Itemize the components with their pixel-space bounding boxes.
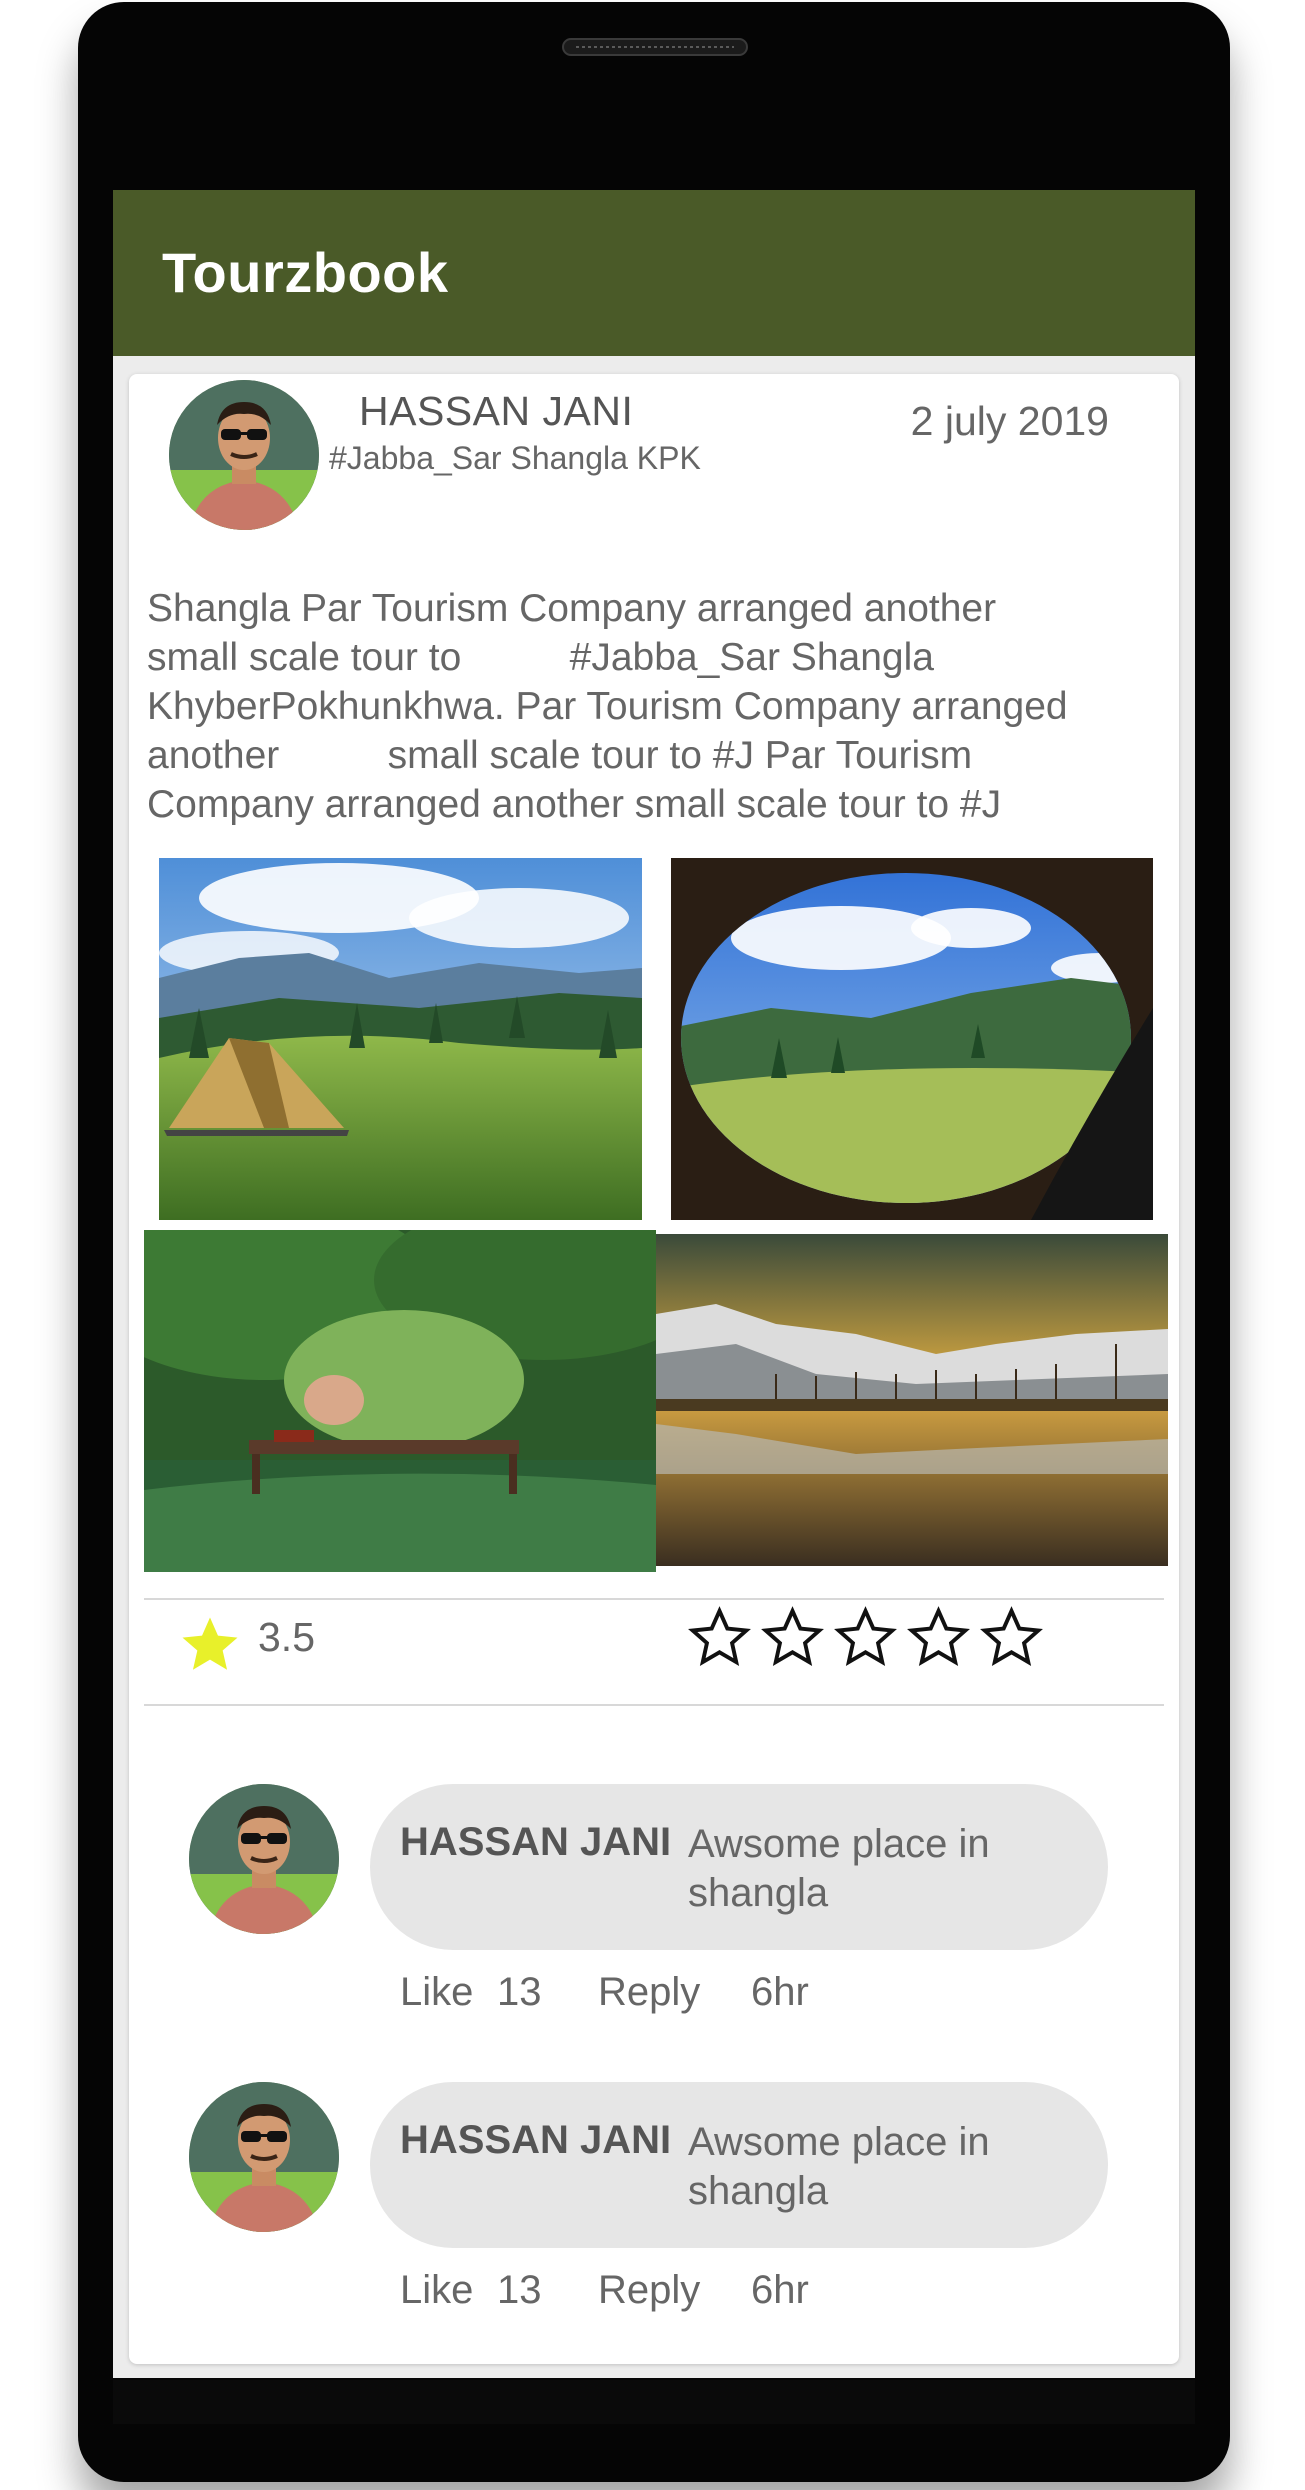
post-location[interactable]: #Jabba_Sar Shangla KPK [329, 440, 701, 477]
comment-time: 6hr [751, 2268, 809, 2312]
rating-stars [686, 1604, 1086, 1676]
comment-bubble: HASSAN JANI Awsome place in shangla [370, 2082, 1108, 2248]
like-button[interactable]: Like [400, 1970, 473, 2015]
star-outline-icon[interactable] [905, 1604, 972, 1671]
tent-meadow-photo[interactable] [159, 858, 642, 1220]
speaker-grille [562, 38, 748, 56]
comment-text: Awsome place in shangla [688, 1822, 990, 1915]
star-outline-icon[interactable] [978, 1604, 1045, 1671]
comment-author[interactable]: HASSAN JANI [400, 2118, 671, 2163]
phone-bottom-bezel [113, 2380, 1195, 2424]
app-bar: Tourzbook [113, 190, 1195, 356]
post-body-text: Shangla Par Tourism Company arranged ano… [147, 584, 1167, 829]
comment-text: Awsome place in shangla [688, 2120, 990, 2213]
post-text-line: KhyberPokhunkhwa. Par Tourism Company ar… [147, 685, 1068, 728]
commenter-avatar[interactable] [189, 1784, 339, 1934]
author-avatar[interactable] [169, 380, 319, 530]
post-text-line: Shangla Par Tourism Company arranged ano… [147, 587, 997, 630]
star-outline-icon[interactable] [832, 1604, 899, 1671]
post-text-line: another small scale tour to #J Par Touri… [147, 734, 973, 777]
window-valley-photo[interactable] [671, 858, 1153, 1220]
post-date: 2 july 2019 [910, 398, 1109, 444]
like-count: 13 [497, 1970, 542, 2014]
app-screen: Tourzbook HASSAN JANI #Jabba_Sar Shangla… [113, 190, 1195, 2378]
star-outline-icon[interactable] [686, 1604, 753, 1671]
comment-item: HASSAN JANI Awsome place in shangla Like… [129, 1784, 1179, 2044]
rating-divider-top [144, 1598, 1164, 1600]
post-text-line: small scale tour to #Jabba_Sar Shangla [147, 636, 934, 679]
reply-button[interactable]: Reply [598, 2268, 700, 2313]
post-text-line: Company arranged another small scale tou… [147, 783, 1002, 826]
like-button[interactable]: Like [400, 2268, 473, 2313]
reply-button[interactable]: Reply [598, 1970, 700, 2015]
rating-value: 3.5 [258, 1614, 315, 1660]
forest-bench-photo[interactable] [144, 1230, 656, 1572]
mountain-lake-photo[interactable] [656, 1234, 1168, 1566]
star-filled-icon [182, 1617, 238, 1670]
like-count: 13 [497, 2268, 542, 2312]
commenter-avatar[interactable] [189, 2082, 339, 2232]
post-author-name[interactable]: HASSAN JANI [359, 388, 633, 435]
star-outline-icon[interactable] [759, 1604, 826, 1671]
comment-time: 6hr [751, 1970, 809, 2014]
comment-author[interactable]: HASSAN JANI [400, 1820, 671, 1865]
post-card: HASSAN JANI #Jabba_Sar Shangla KPK 2 jul… [129, 374, 1179, 2364]
rating-divider-bottom [144, 1704, 1164, 1706]
comment-bubble: HASSAN JANI Awsome place in shangla [370, 1784, 1108, 1950]
app-title: Tourzbook [162, 241, 449, 304]
comment-item: HASSAN JANI Awsome place in shangla Like… [129, 2082, 1179, 2342]
